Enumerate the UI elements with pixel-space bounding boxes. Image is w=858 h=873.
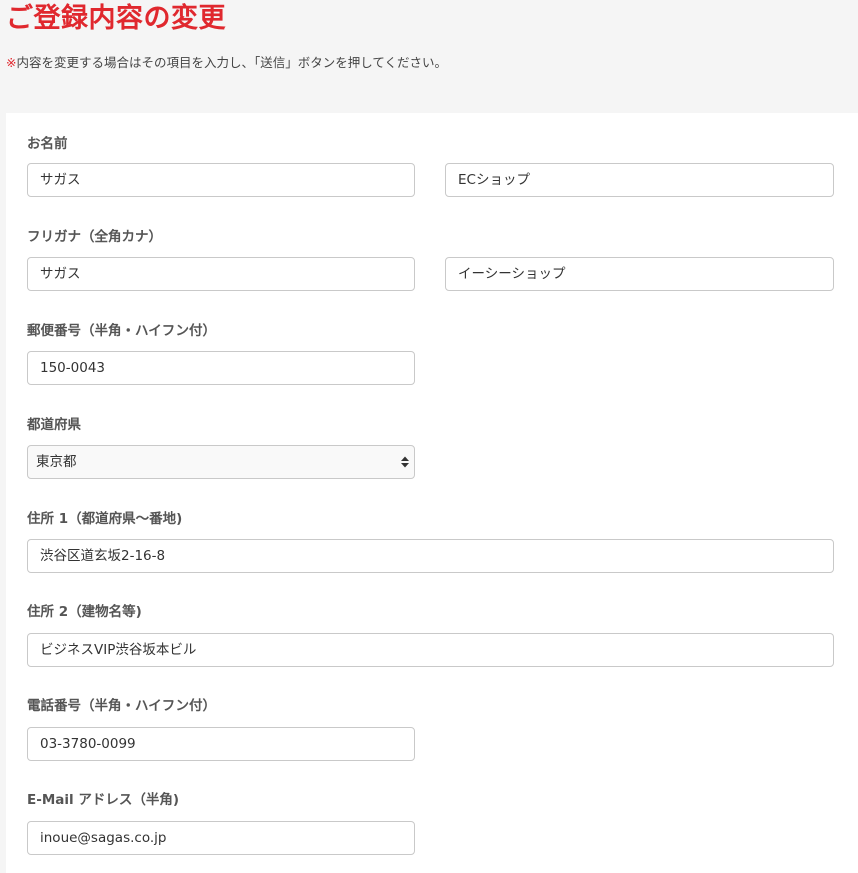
page-title: ご登録内容の変更 [6, 3, 226, 34]
phone-input[interactable]: 03-3780-0099 [27, 727, 415, 761]
registration-form: お名前 サガス ECショップ フリガナ（全角カナ） サガス イーシーショップ 郵… [6, 113, 858, 873]
address2-label: 住所 2（建物名等) [27, 604, 142, 620]
notice-text: ※内容を変更する場合はその項目を入力し、「送信」ボタンを押してください。 [6, 55, 447, 71]
prefecture-selected-value: 東京都 [36, 454, 77, 470]
phone-label: 電話番号（半角・ハイフン付） [27, 698, 216, 714]
address1-input[interactable]: 渋谷区道玄坂2-16-8 [27, 539, 834, 573]
last-name-kana-input[interactable]: サガス [27, 257, 415, 291]
first-name-kana-input[interactable]: イーシーショップ [445, 257, 834, 291]
prefecture-label: 都道府県 [27, 417, 81, 433]
first-name-input[interactable]: ECショップ [445, 163, 834, 197]
notice-mark: ※ [6, 55, 17, 70]
postal-code-label: 郵便番号（半角・ハイフン付） [27, 323, 216, 339]
furigana-label: フリガナ（全角カナ） [27, 229, 162, 245]
email-label: E-Mail アドレス（半角) [27, 792, 179, 808]
name-label: お名前 [27, 136, 68, 152]
postal-code-input[interactable]: 150-0043 [27, 351, 415, 385]
last-name-input[interactable]: サガス [27, 163, 415, 197]
prefecture-select[interactable]: 東京都 [27, 445, 415, 479]
notice-message: 内容を変更する場合はその項目を入力し、「送信」ボタンを押してください。 [16, 55, 447, 70]
address2-input[interactable]: ビジネスVIP渋谷坂本ビル [27, 633, 834, 667]
select-arrows-icon [401, 456, 409, 468]
address1-label: 住所 1（都道府県〜番地) [27, 511, 183, 527]
email-input[interactable]: inoue@sagas.co.jp [27, 821, 415, 855]
